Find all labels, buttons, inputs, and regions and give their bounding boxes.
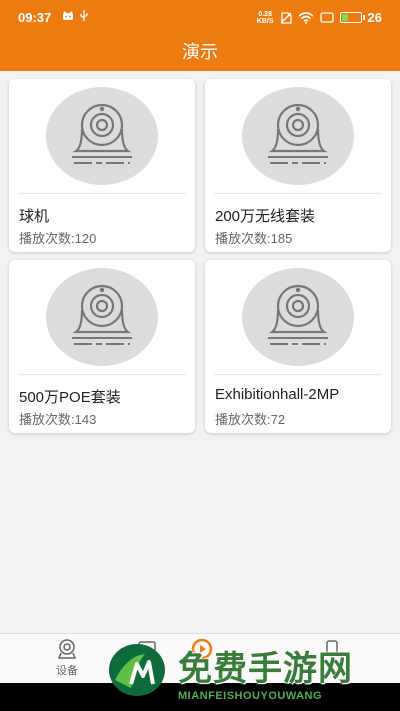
play-count: 播放次数:185	[215, 231, 293, 246]
camera-placeholder-icon	[268, 284, 328, 345]
card-divider	[214, 193, 382, 194]
device-card[interactable]: Exhibitionhall-2MP 播放次数:72	[205, 260, 391, 433]
card-divider	[18, 193, 186, 194]
status-time: 09:37	[18, 10, 52, 25]
play-count: 播放次数:120	[19, 231, 97, 246]
wifi-icon	[298, 11, 314, 24]
status-bar: 09:37 0.28 KB/S 26	[0, 0, 400, 34]
play-count: 播放次数:143	[19, 412, 97, 427]
cat-notification-icon	[63, 11, 73, 20]
device-card[interactable]: 200万无线套装 播放次数:185	[205, 79, 391, 252]
device-thumbnail	[46, 268, 158, 366]
device-name: 球机	[19, 208, 50, 225]
device-card[interactable]: 球机 播放次数:120	[9, 79, 195, 252]
camera-icon	[57, 639, 77, 659]
camera-placeholder-icon	[268, 103, 328, 164]
device-name: Exhibitionhall-2MP	[215, 386, 340, 403]
watermark-subtitle: MIANFEISHOUYOUWANG	[178, 690, 323, 702]
battery-icon	[339, 12, 365, 23]
net-speed: 0.28 KB/S	[256, 10, 274, 25]
play-count: 播放次数:72	[215, 412, 286, 427]
watermark-logo-icon	[109, 644, 165, 696]
camera-placeholder-icon	[72, 284, 132, 345]
watermark-title: 免费手游网	[178, 650, 353, 688]
device-card[interactable]: 500万POE套装 播放次数:143	[9, 260, 195, 433]
card-divider	[18, 374, 186, 375]
nav-item-devices[interactable]: 设备	[27, 638, 107, 678]
app-header: 09:37 0.28 KB/S 26 演示	[0, 0, 400, 71]
device-name: 500万POE套装	[19, 389, 121, 406]
nav-label: 设备	[56, 665, 78, 677]
battery-level: 26	[367, 10, 382, 25]
card-divider	[214, 374, 382, 375]
device-thumbnail	[242, 268, 354, 366]
page-title: 演示	[182, 42, 218, 62]
camera-placeholder-icon	[72, 103, 132, 164]
device-thumbnail	[46, 87, 158, 185]
device-name: 200万无线套装	[215, 208, 316, 225]
no-sim-icon	[280, 11, 292, 24]
screen-icon	[319, 12, 334, 23]
usb-icon	[80, 10, 88, 21]
device-thumbnail	[242, 87, 354, 185]
